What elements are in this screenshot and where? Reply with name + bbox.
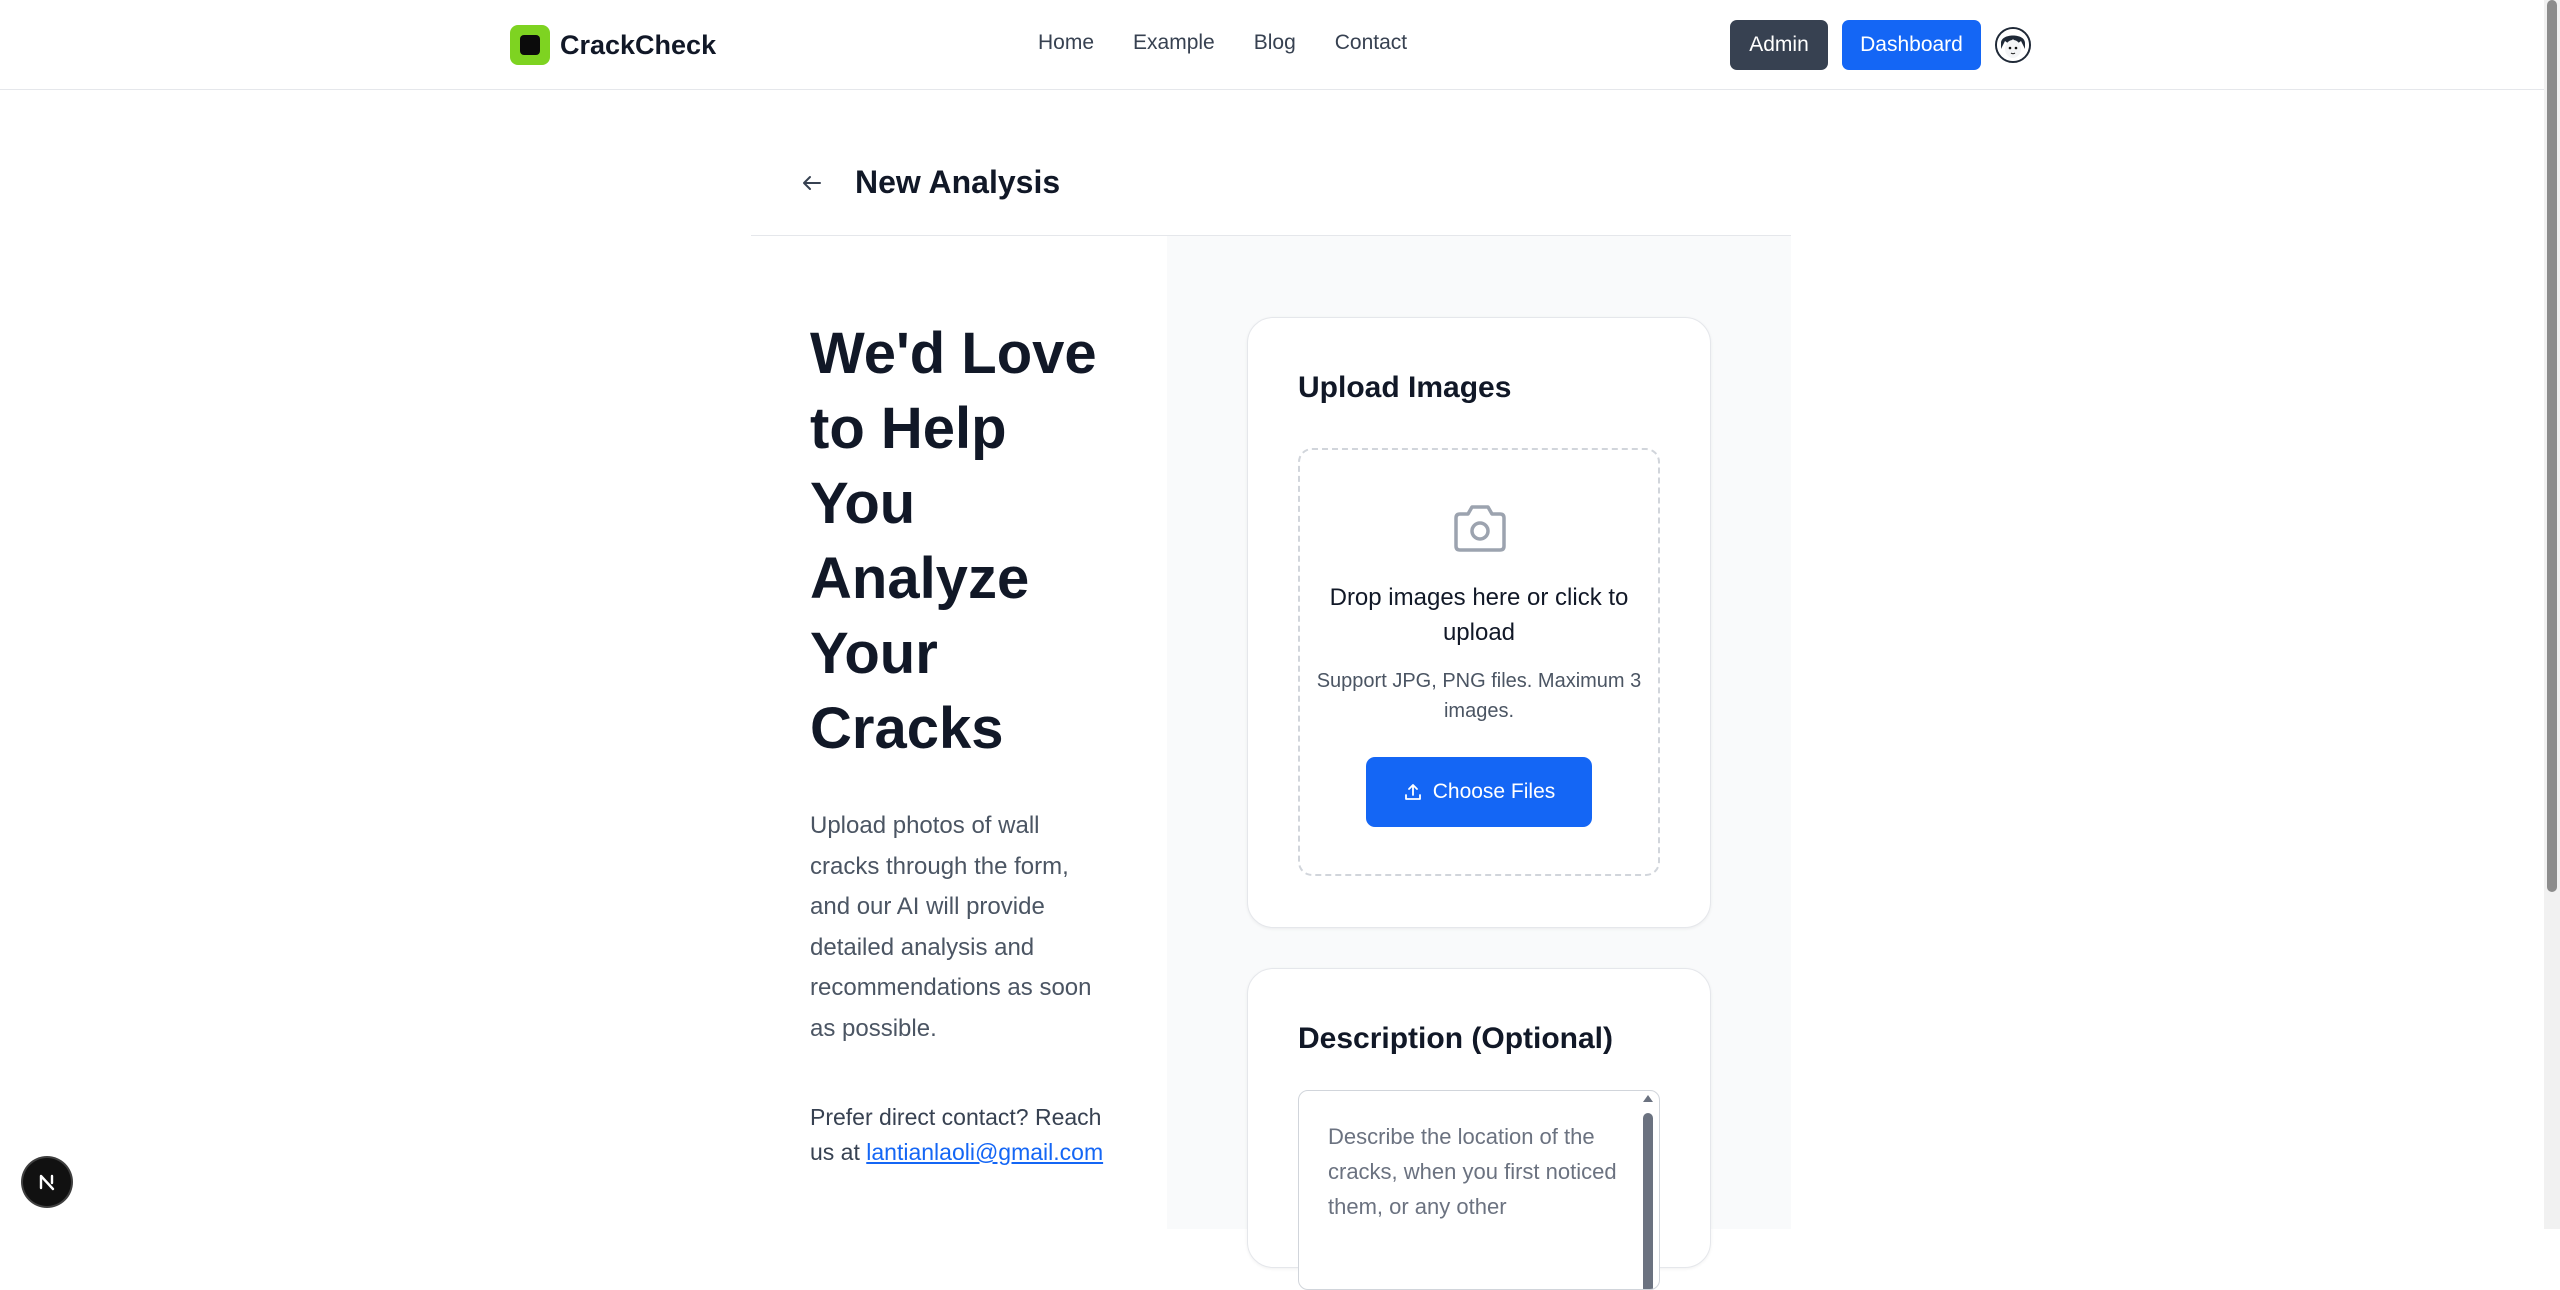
contact-email-link[interactable]: lantianlaoli@gmail.com (866, 1139, 1103, 1165)
admin-button[interactable]: Admin (1730, 20, 1828, 70)
upload-icon (1404, 784, 1421, 800)
upload-card: Upload Images Drop images here or click … (1247, 317, 1711, 928)
user-avatar[interactable] (1995, 27, 2031, 63)
description-card-title: Description (Optional) (1298, 1022, 1613, 1055)
textarea-scrollbar-thumb[interactable] (1643, 1113, 1653, 1289)
description-card: Description (Optional) (1247, 968, 1711, 1290)
description-field-wrapper (1298, 1090, 1660, 1290)
upload-card-title: Upload Images (1298, 371, 1512, 404)
nextjs-logo-icon (39, 1174, 55, 1191)
page-scrollbar-thumb[interactable] (2547, 0, 2557, 892)
page-title: New Analysis (855, 164, 1061, 200)
choose-files-button[interactable]: Choose Files (1366, 757, 1592, 827)
avatar-image (1997, 29, 2029, 61)
choose-files-label: Choose Files (1432, 780, 1556, 803)
nextjs-dev-badge[interactable] (23, 1158, 71, 1206)
dashboard-button[interactable]: Dashboard (1842, 20, 1981, 70)
nav-example[interactable]: Example (1133, 31, 1215, 55)
main-nav: Home Example Blog Contact (1038, 31, 1407, 55)
camera-icon (1454, 505, 1506, 552)
top-navbar: CrackCheck Home Example Blog Contact Adm… (0, 0, 2544, 90)
textarea-scrollbar[interactable] (1641, 1095, 1655, 1289)
back-arrow-icon[interactable] (797, 168, 827, 198)
description-textarea[interactable] (1299, 1091, 1639, 1289)
brand-name: CrackCheck (560, 29, 717, 60)
dropzone-hint: Support JPG, PNG files. Maximum 3 images… (1316, 670, 1642, 722)
page-scrollbar[interactable] (2544, 0, 2560, 1229)
nav-home[interactable]: Home (1038, 31, 1094, 55)
nav-contact[interactable]: Contact (1335, 31, 1407, 55)
hero-intro: Upload photos of wall cracks through the… (810, 812, 1092, 1042)
logo-mark-icon (510, 25, 550, 65)
hero-heading: We'd Love to Help You Analyze Your Crack… (810, 321, 1097, 761)
image-dropzone[interactable]: Drop images here or click to upload Supp… (1298, 448, 1660, 876)
brand-logo[interactable]: CrackCheck (510, 25, 716, 65)
contact-note: Prefer direct contact? Reach us at lanti… (810, 1100, 1110, 1170)
nav-blog[interactable]: Blog (1254, 31, 1296, 55)
scroll-up-arrow-icon[interactable] (1643, 1095, 1653, 1102)
dropzone-text: Drop images here or click to upload (1329, 584, 1629, 646)
